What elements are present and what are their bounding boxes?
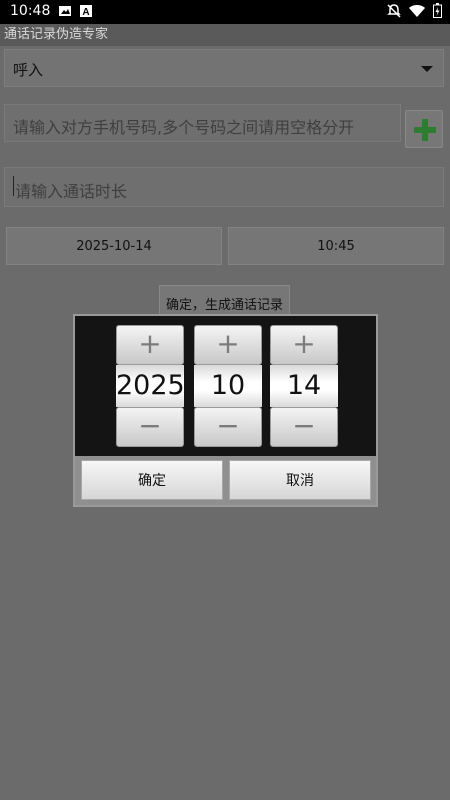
minus-icon: − (292, 409, 316, 442)
day-increment-button[interactable]: + (270, 325, 338, 365)
image-icon (59, 6, 71, 16)
date-button[interactable]: 2025-10-14 (6, 227, 222, 265)
app-title: 通话记录伪造专家 (0, 24, 450, 46)
phone-number-placeholder: 请输入对方手机号码,多个号码之间请用空格分开 (13, 118, 355, 137)
battery-icon (433, 3, 442, 18)
add-contact-button[interactable] (405, 110, 443, 148)
dropdown-arrow-icon (421, 66, 433, 72)
duration-input[interactable]: 请输入通话时长 (4, 167, 444, 207)
confirm-button[interactable]: 确定 (81, 460, 223, 500)
year-column: + 2025 − (116, 325, 185, 447)
year-value[interactable]: 2025 (116, 365, 185, 407)
minus-icon: − (216, 409, 240, 442)
wifi-icon (409, 4, 425, 17)
duration-placeholder: 请输入通话时长 (15, 182, 128, 201)
cancel-button[interactable]: 取消 (229, 460, 371, 500)
status-icons (387, 3, 442, 18)
status-time: 10:48 (10, 3, 51, 19)
plus-icon: + (138, 327, 162, 360)
day-decrement-button[interactable]: − (270, 407, 338, 447)
plus-icon: + (216, 327, 240, 360)
date-picker-dialog: + 2025 − + 10 − + 14 − 确定 取消 (73, 314, 378, 507)
month-increment-button[interactable]: + (194, 325, 262, 365)
date-picker: + 2025 − + 10 − + 14 − (75, 325, 376, 460)
year-decrement-button[interactable]: − (116, 407, 184, 447)
day-value[interactable]: 14 (270, 365, 338, 407)
call-type-dropdown[interactable]: 呼入 (4, 49, 444, 87)
dialog-button-bar: 确定 取消 (75, 456, 376, 505)
month-decrement-button[interactable]: − (194, 407, 262, 447)
minus-icon: − (138, 409, 162, 442)
call-type-value: 呼入 (13, 61, 44, 79)
text-cursor (13, 176, 14, 196)
day-column: + 14 − (270, 325, 338, 447)
plus-icon (413, 118, 437, 142)
plus-icon: + (292, 327, 316, 360)
phone-number-input[interactable]: 请输入对方手机号码,多个号码之间请用空格分开 (4, 104, 401, 142)
a-icon: A (80, 5, 92, 18)
time-button[interactable]: 10:45 (228, 227, 444, 265)
month-column: + 10 − (194, 325, 262, 447)
year-increment-button[interactable]: + (116, 325, 184, 365)
notifications-off-icon (387, 3, 401, 18)
status-bar: 10:48 A (0, 0, 450, 24)
svg-text:A: A (82, 7, 89, 18)
month-value[interactable]: 10 (194, 365, 262, 407)
